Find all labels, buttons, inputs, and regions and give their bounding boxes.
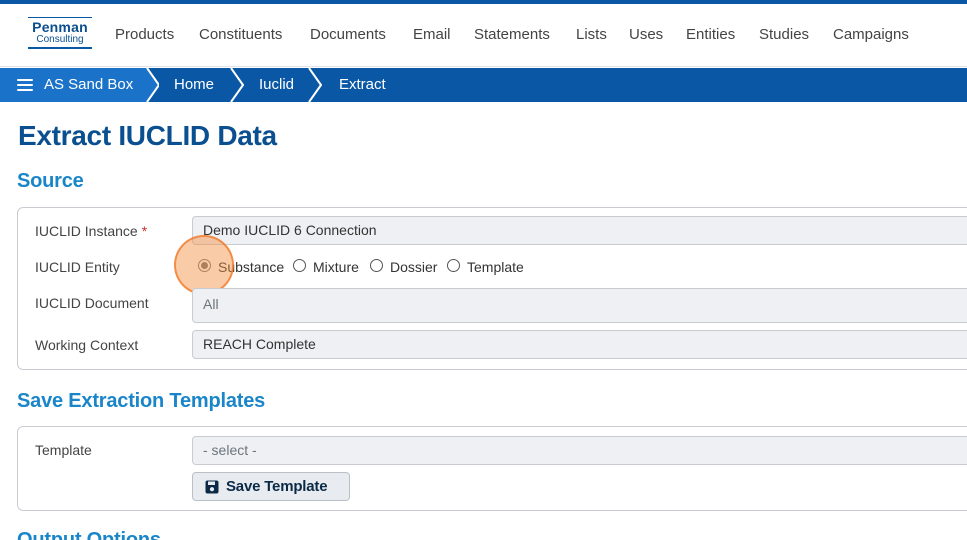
nav-documents[interactable]: Documents (310, 26, 386, 44)
breadcrumb: AS Sand Box Home Iuclid Extract (0, 68, 967, 102)
nav-products[interactable]: Products (115, 26, 174, 44)
nav-studies[interactable]: Studies (759, 26, 809, 44)
iuclid-entity-label: IUCLID Entity (35, 259, 120, 275)
chevron-right-icon (230, 68, 244, 102)
required-marker: * (141, 223, 148, 239)
working-context-field[interactable]: REACH Complete (192, 330, 967, 359)
logo-line-2: Consulting (36, 34, 84, 45)
iuclid-document-field[interactable]: All (192, 288, 967, 323)
breadcrumb-item-iuclid[interactable]: Iuclid (259, 68, 294, 102)
menu-icon[interactable] (17, 79, 33, 91)
templates-section-title: Save Extraction Templates (17, 390, 266, 412)
template-label: Template (35, 442, 92, 458)
breadcrumb-menu-item[interactable]: AS Sand Box (0, 68, 145, 102)
breadcrumb-item-home[interactable]: Home (174, 68, 214, 102)
breadcrumb-item-sandbox[interactable]: AS Sand Box (44, 68, 133, 102)
save-template-button[interactable]: Save Template (192, 472, 350, 501)
nav-entities[interactable]: Entities (686, 26, 735, 44)
iuclid-instance-field[interactable]: Demo IUCLID 6 Connection (192, 216, 967, 245)
save-icon (205, 480, 219, 494)
nav-uses[interactable]: Uses (629, 26, 663, 44)
working-context-label: Working Context (35, 337, 139, 353)
chevron-right-icon (145, 68, 159, 102)
nav-email[interactable]: Email (413, 26, 451, 44)
nav-campaigns[interactable]: Campaigns (833, 26, 909, 44)
nav-constituents[interactable]: Constituents (199, 26, 282, 44)
nav-lists[interactable]: Lists (576, 26, 607, 44)
chevron-right-icon (308, 68, 322, 102)
output-section-title: Output Options (17, 529, 161, 540)
source-section-title: Source (17, 170, 84, 192)
template-select[interactable]: - select - (192, 436, 967, 465)
iuclid-instance-label: IUCLID Instance * (35, 223, 148, 239)
penman-consulting-logo[interactable]: Penman Consulting (28, 17, 92, 53)
app-header: Penman Consulting Products Constituents … (0, 4, 967, 67)
breadcrumb-item-extract[interactable]: Extract (339, 68, 386, 102)
nav-statements[interactable]: Statements (474, 26, 550, 44)
page-title: Extract IUCLID Data (18, 120, 277, 151)
logo-line-1: Penman (32, 19, 88, 35)
iuclid-document-label: IUCLID Document (35, 295, 149, 311)
radio-selected-indicator[interactable] (198, 259, 211, 272)
